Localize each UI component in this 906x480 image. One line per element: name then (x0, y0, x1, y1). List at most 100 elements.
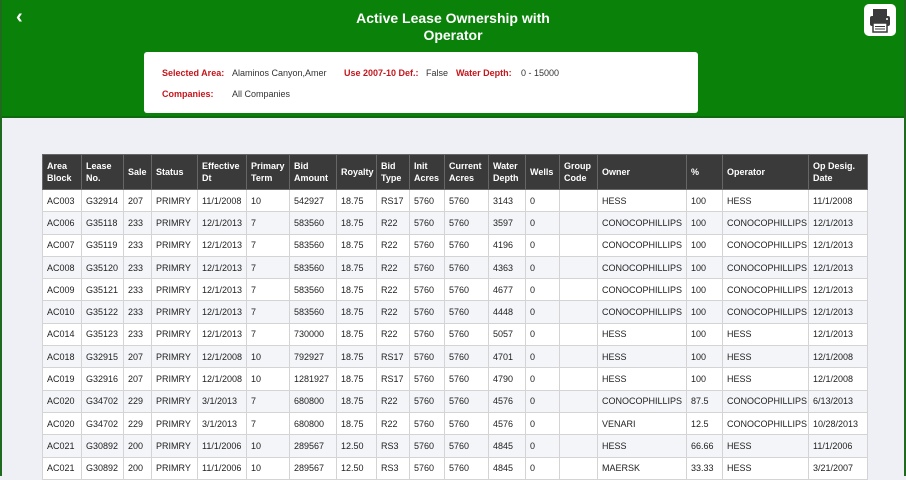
table-cell: 583560 (289, 211, 337, 235)
table-cell: 5760 (444, 211, 489, 235)
table-cell: 289567 (289, 456, 337, 480)
table-row[interactable]: AC006 G35118 233 PRIMRY 12/1/2013 7 583560 18.7… (42, 211, 868, 235)
table-cell (559, 434, 598, 458)
column-header[interactable]: Owner (597, 154, 687, 190)
water-depth-label: Water Depth: (456, 68, 512, 78)
table-row[interactable]: AC007 G35119 233 PRIMRY 12/1/2013 7 583560 18.7… (42, 233, 868, 257)
table-cell: 4196 (488, 233, 526, 257)
column-header[interactable]: Lease No. (81, 154, 124, 190)
table-cell: PRIMRY (151, 389, 198, 413)
table-cell: 5760 (444, 434, 489, 458)
table-cell: 229 (123, 389, 152, 413)
table-cell: 5760 (409, 300, 445, 324)
column-header-text: Date (813, 173, 833, 183)
table-cell: 5760 (444, 278, 489, 302)
table-cell: 12/1/2013 (197, 233, 247, 257)
table-cell: PRIMRY (151, 188, 198, 213)
table-row[interactable]: AC020 G34702 229 PRIMRY 3/1/2013 7 680800 18.75… (42, 389, 868, 413)
use-def-value: False (426, 68, 449, 78)
column-header[interactable]: Bid Type (376, 154, 410, 190)
table-cell: 7 (246, 411, 290, 436)
table-row[interactable]: AC021 G30892 200 PRIMRY 11/1/2006 10 289567 12.… (42, 434, 868, 458)
table-cell: 5760 (409, 255, 445, 280)
column-header-text: Group (564, 161, 591, 171)
table-cell: AC009 (42, 278, 82, 302)
table-cell: MAERSK (597, 456, 687, 480)
table-cell: 11/1/2006 (197, 456, 247, 480)
table-cell: R22 (376, 300, 410, 324)
table-cell: RS3 (376, 456, 410, 480)
column-header[interactable]: Bid Amount (289, 154, 337, 190)
table-cell: 3/21/2007 (808, 456, 868, 480)
table-cell: R22 (376, 255, 410, 280)
table-cell: CONOCOPHILLIPS (722, 411, 809, 436)
table-cell: G35121 (81, 278, 124, 302)
table-cell: 7 (246, 233, 290, 257)
column-header[interactable]: Water Depth (488, 154, 526, 190)
column-header-text: Dt (202, 173, 212, 183)
filter-summary-panel: Selected Area: Alaminos Canyon,Amer Use … (144, 52, 698, 113)
table-cell: PRIMRY (151, 456, 198, 480)
table-row[interactable]: AC010 G35122 233 PRIMRY 12/1/2013 7 583560 18.7… (42, 300, 868, 324)
table-cell: 233 (123, 255, 152, 280)
table-row[interactable]: AC003 G32914 207 PRIMRY 11/1/2008 10 542927 18.… (42, 188, 868, 213)
column-header-text: Acres (449, 173, 475, 183)
table-cell: CONOCOPHILLIPS (597, 211, 687, 235)
table-cell: R22 (376, 278, 410, 302)
column-header[interactable]: Effective Dt (197, 154, 247, 190)
table-cell: CONOCOPHILLIPS (597, 389, 687, 413)
table-cell: 5760 (409, 434, 445, 458)
table-cell: 730000 (289, 322, 337, 347)
table-cell: 66.66 (686, 434, 723, 458)
column-header[interactable]: Wells (525, 154, 560, 190)
table-cell: G35123 (81, 322, 124, 347)
table-cell: 12/1/2013 (808, 233, 868, 257)
table-cell: 207 (123, 188, 152, 213)
table-cell: 4576 (488, 389, 526, 413)
column-header[interactable]: Status (151, 154, 198, 190)
table-cell: AC021 (42, 456, 82, 480)
table-cell: 10 (246, 367, 290, 391)
table-row[interactable]: AC009 G35121 233 PRIMRY 12/1/2013 7 583560 18.7… (42, 278, 868, 302)
column-header[interactable]: Operator (722, 154, 809, 190)
table-cell: 11/1/2006 (808, 434, 868, 458)
table-cell: 100 (686, 367, 723, 391)
table-cell (559, 367, 598, 391)
table-row[interactable]: AC019 G32916 207 PRIMRY 12/1/2008 10 1281927 18… (42, 367, 868, 391)
table-cell: 0 (525, 456, 560, 480)
table-cell: 11/1/2006 (197, 434, 247, 458)
column-header[interactable]: Royalty (336, 154, 377, 190)
table-row[interactable]: AC021 G30892 200 PRIMRY 11/1/2006 10 289567 12.… (42, 456, 868, 480)
table-cell: R22 (376, 411, 410, 436)
column-header-text: Type (381, 173, 402, 183)
column-header-text: Effective (202, 161, 240, 171)
table-cell: 100 (686, 188, 723, 213)
table-row[interactable]: AC008 G35120 233 PRIMRY 12/1/2013 7 583560 18.7… (42, 255, 868, 280)
table-body: AC003 G32914 207 PRIMRY 11/1/2008 10 542927 18.… (42, 188, 868, 480)
print-button[interactable] (864, 4, 896, 36)
column-header[interactable]: Current Acres (444, 154, 489, 190)
table-cell: RS3 (376, 434, 410, 458)
table-cell: 5760 (409, 345, 445, 369)
column-header[interactable]: % (686, 154, 723, 190)
column-header[interactable]: Group Code (559, 154, 598, 190)
column-header[interactable]: Init Acres (409, 154, 445, 190)
table-cell: 5760 (444, 389, 489, 413)
column-header-text: Wells (530, 167, 554, 177)
table-cell: 7 (246, 211, 290, 235)
column-header[interactable]: Area Block (42, 154, 82, 190)
column-header-text: Op Desig. (813, 161, 856, 171)
table-cell: 233 (123, 211, 152, 235)
table-row[interactable]: AC020 G34702 229 PRIMRY 3/1/2013 7 680800 18.75… (42, 411, 868, 436)
column-header[interactable]: Primary Term (246, 154, 290, 190)
table-cell: 12/1/2013 (808, 211, 868, 235)
table-cell: 18.75 (336, 411, 377, 436)
table-row[interactable]: AC014 G35123 233 PRIMRY 12/1/2013 7 730000 18.7… (42, 322, 868, 347)
column-header-text: Water (493, 161, 518, 171)
column-header[interactable]: Sale (123, 154, 152, 190)
table-cell: 6/13/2013 (808, 389, 868, 413)
table-cell (559, 233, 598, 257)
column-header[interactable]: Op Desig. Date (808, 154, 868, 190)
table-row[interactable]: AC018 G32915 207 PRIMRY 12/1/2008 10 792927 18.… (42, 345, 868, 369)
table-cell: CONOCOPHILLIPS (722, 233, 809, 257)
